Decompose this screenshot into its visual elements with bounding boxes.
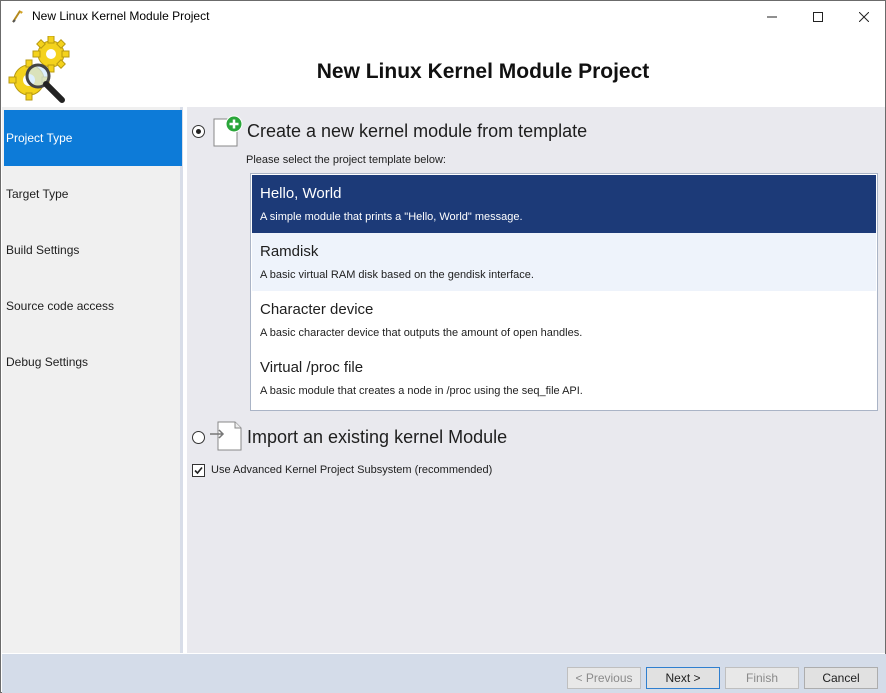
- sidebar-item-debug-settings[interactable]: Debug Settings: [4, 334, 182, 390]
- sidebar-item-label: Target Type: [6, 187, 69, 201]
- template-hint: Please select the project template below…: [246, 154, 446, 166]
- minimize-icon: [767, 16, 777, 17]
- checkmark-icon: [194, 466, 203, 475]
- previous-button-label: < Previous: [575, 671, 633, 685]
- advanced-subsystem-label[interactable]: Use Advanced Kernel Project Subsystem (r…: [211, 464, 492, 476]
- sidebar-item-label: Build Settings: [6, 243, 80, 257]
- next-button[interactable]: Next >: [646, 667, 720, 689]
- sidebar-item-project-type[interactable]: Project Type: [4, 110, 182, 166]
- window-title: New Linux Kernel Module Project: [32, 9, 210, 23]
- minimize-button[interactable]: [749, 1, 795, 32]
- import-document-icon: [210, 421, 242, 451]
- sidebar-item-label: Debug Settings: [6, 355, 89, 369]
- wizard-steps-sidebar: Project Type Target Type Build Settings …: [2, 107, 183, 653]
- next-button-label: Next >: [665, 671, 701, 685]
- wizard-header: New Linux Kernel Module Project: [1, 32, 885, 106]
- sidebar-item-label: Source code access: [6, 299, 115, 313]
- advanced-subsystem-checkbox[interactable]: [192, 464, 205, 477]
- sidebar-item-build-settings[interactable]: Build Settings: [4, 222, 182, 278]
- template-option-label[interactable]: Create a new kernel module from template: [247, 121, 587, 142]
- wizard-footer: < Previous Next > Finish Cancel: [2, 654, 886, 693]
- import-option-label[interactable]: Import an existing kernel Module: [247, 427, 507, 448]
- page-title: New Linux Kernel Module Project: [316, 60, 650, 83]
- template-name: Hello, World: [260, 185, 342, 202]
- maximize-button[interactable]: [795, 1, 841, 32]
- template-name: Ramdisk: [260, 243, 319, 260]
- app-icon: [12, 10, 23, 23]
- sidebar-item-target-type[interactable]: Target Type: [4, 166, 182, 222]
- wizard-window: New Linux Kernel Module Project New Linu…: [0, 0, 886, 693]
- close-icon: [859, 11, 869, 22]
- list-item[interactable]: Virtual /proc file A basic module that c…: [252, 349, 876, 407]
- template-radio[interactable]: [192, 125, 205, 138]
- sidebar-item-label: Project Type: [6, 131, 73, 145]
- cancel-button-label: Cancel: [822, 671, 860, 685]
- template-list[interactable]: Hello, World A simple module that prints…: [250, 173, 878, 411]
- sidebar-item-source-code-access[interactable]: Source code access: [4, 278, 182, 334]
- template-description: A basic module that creates a node in /p…: [260, 385, 583, 397]
- main-panel: Create a new kernel module from template…: [187, 107, 885, 653]
- template-name: Character device: [260, 301, 374, 318]
- finish-button-label: Finish: [745, 671, 778, 685]
- list-item[interactable]: Hello, World A simple module that prints…: [252, 175, 876, 233]
- template-description: A basic character device that outputs th…: [260, 327, 583, 339]
- new-document-icon: [213, 115, 243, 147]
- import-radio[interactable]: [192, 431, 205, 444]
- maximize-icon: [813, 11, 823, 22]
- cancel-button[interactable]: Cancel: [804, 667, 878, 689]
- finish-button[interactable]: Finish: [725, 667, 799, 689]
- close-button[interactable]: [841, 1, 886, 32]
- title-bar: New Linux Kernel Module Project: [1, 1, 885, 32]
- template-description: A basic virtual RAM disk based on the ge…: [260, 269, 534, 281]
- list-item[interactable]: Character device A basic character devic…: [252, 291, 876, 349]
- template-name: Virtual /proc file: [260, 359, 364, 376]
- list-item[interactable]: Ramdisk A basic virtual RAM disk based o…: [252, 233, 876, 291]
- template-description: A simple module that prints a "Hello, Wo…: [260, 211, 523, 223]
- previous-button[interactable]: < Previous: [567, 667, 641, 689]
